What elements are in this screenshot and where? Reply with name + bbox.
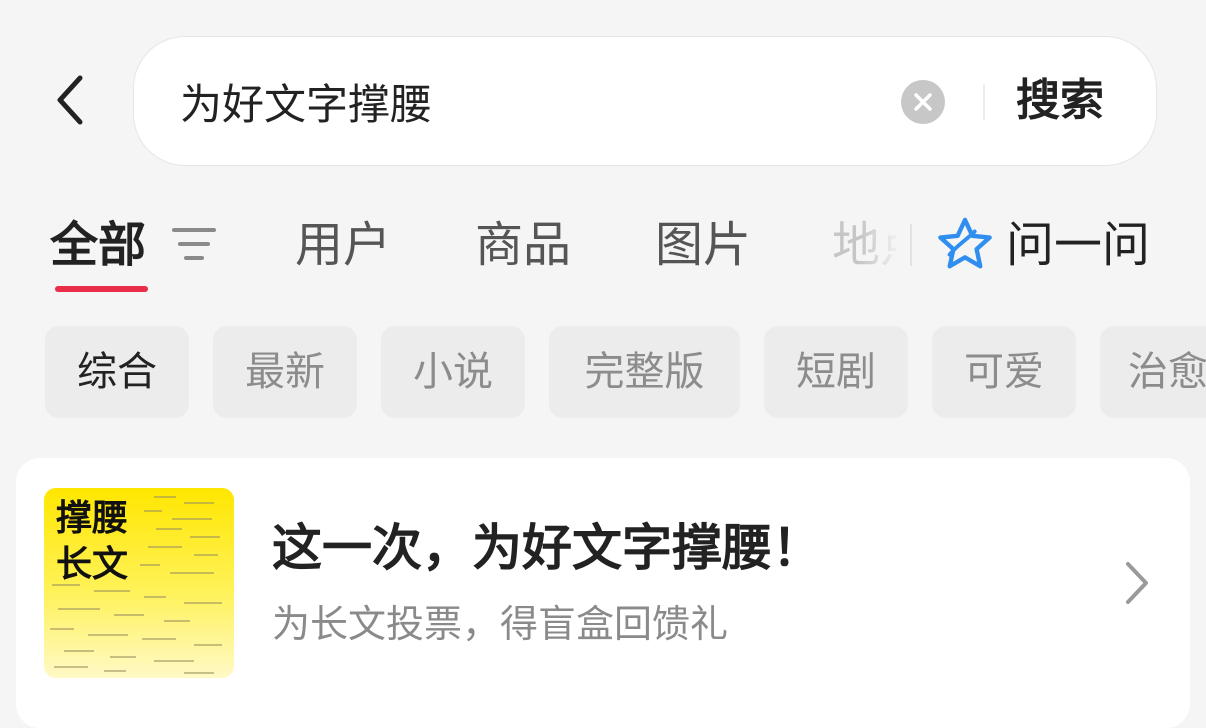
search-input[interactable] [180, 65, 880, 137]
promo-thumbnail: 撑腰 长文 [44, 488, 234, 678]
thumbnail-text-line-1: 撑腰 [56, 498, 129, 539]
back-button[interactable] [40, 60, 100, 140]
chip-full-version[interactable]: 完整版 [549, 326, 740, 418]
sparkle-star-icon [938, 217, 992, 269]
chevron-right-icon [1126, 562, 1148, 604]
tab-products[interactable]: 商品 [475, 212, 571, 278]
filter-button[interactable] [170, 224, 218, 264]
tab-all[interactable]: 全部 [50, 212, 146, 278]
tab-places-label: 地点 [832, 217, 896, 273]
clear-icon [914, 93, 932, 111]
chip-novel[interactable]: 小说 [381, 326, 525, 418]
chip-cute[interactable]: 可爱 [932, 326, 1076, 418]
filter-icon [172, 228, 216, 260]
tab-places[interactable]: 地点 [832, 212, 896, 278]
chip-latest[interactable]: 最新 [213, 326, 357, 418]
thumbnail-text-line-2: 长文 [56, 544, 129, 585]
search-box: 搜索 [133, 36, 1157, 166]
promo-card[interactable]: 撑腰 长文 这一次，为好文字撑腰！ 为长文投票，得盲盒回馈礼 [16, 458, 1190, 728]
ask-button[interactable]: 问一问 [936, 212, 1150, 278]
ask-label: 问一问 [1006, 217, 1151, 273]
chip-short-drama[interactable]: 短剧 [764, 326, 908, 418]
chip-healing[interactable]: 治愈 [1100, 326, 1206, 418]
promo-subtitle: 为长文投票，得盲盒回馈礼 [272, 602, 729, 646]
thumbnail-text: 撑腰 长文 [56, 496, 128, 588]
tab-images[interactable]: 图片 [655, 212, 751, 278]
chip-comprehensive[interactable]: 综合 [45, 326, 189, 418]
active-tab-indicator [55, 286, 148, 292]
promo-title: 这一次，为好文字撑腰！ [272, 519, 822, 577]
tab-separator [910, 224, 912, 266]
tab-users[interactable]: 用户 [295, 212, 391, 278]
chevron-left-icon [57, 75, 83, 125]
search-button[interactable]: 搜索 [1016, 71, 1104, 131]
search-divider [983, 84, 985, 120]
clear-search-button[interactable] [901, 80, 945, 124]
